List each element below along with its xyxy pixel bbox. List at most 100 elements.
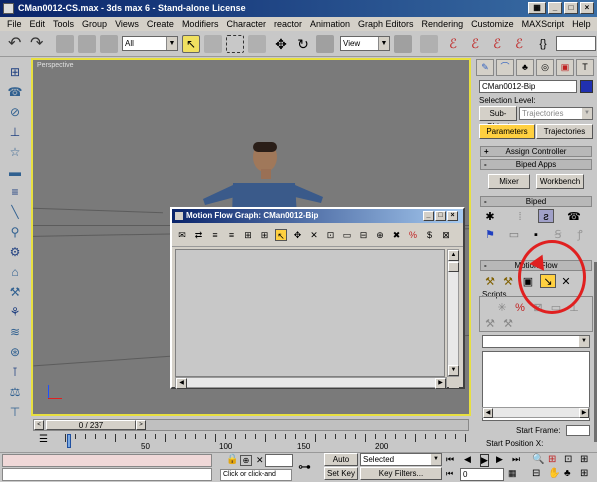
script-tool-icon[interactable]: ⚒: [482, 317, 498, 331]
menu-item-reactor[interactable]: reactor: [270, 19, 306, 29]
ref-coord-dropdown[interactable]: View ▼: [340, 36, 390, 51]
display-tab-icon[interactable]: ▣: [556, 59, 574, 76]
mfg-canvas[interactable]: [175, 249, 445, 377]
hierarchy-tab-icon[interactable]: ♣: [516, 59, 534, 76]
cloth-tool-icon[interactable]: ⚘: [6, 305, 24, 321]
auto-key-button[interactable]: Auto Key: [324, 453, 358, 475]
optimize-icon[interactable]: ⊡: [325, 229, 337, 241]
zoom-extents-icon[interactable]: ⊡: [564, 454, 572, 465]
key-selection-dropdown[interactable]: Selected ▼: [360, 453, 442, 466]
dynamics-tool-icon[interactable]: ⊛: [6, 345, 24, 361]
sub-object-dropdown[interactable]: Trajectories ▼: [519, 107, 593, 120]
rotate-icon[interactable]: ↻: [294, 35, 312, 53]
mirror-icon[interactable]: [420, 35, 438, 53]
buffer-mode-icon[interactable]: ⚑: [482, 228, 498, 242]
current-frame-field[interactable]: 0: [460, 468, 504, 481]
wave-tool-icon[interactable]: ≋: [6, 325, 24, 341]
create-tab-icon[interactable]: ✎: [476, 59, 494, 76]
quick-render-icon[interactable]: ℰ: [510, 35, 528, 53]
scroll-right-button[interactable]: ▶: [579, 408, 589, 418]
maximize-button[interactable]: □: [564, 2, 578, 14]
modify-tab-icon[interactable]: ⌒: [496, 59, 514, 76]
plugin-tool-icon[interactable]: ⚖: [6, 385, 24, 401]
magnet-tool-icon[interactable]: ⚲: [6, 225, 24, 241]
track-bar-icon[interactable]: ☰: [39, 434, 53, 446]
bone-tool-icon[interactable]: ⌂: [6, 265, 24, 281]
window-crossing-icon[interactable]: [248, 35, 266, 53]
next-frame-icon[interactable]: ▶: [496, 454, 503, 465]
show-all-icon[interactable]: ⊞: [242, 229, 254, 241]
menu-item-character[interactable]: Character: [222, 19, 270, 29]
load-file-icon[interactable]: ✉: [176, 229, 188, 241]
time-slider[interactable]: < 0 / 237 >: [33, 419, 469, 431]
menu-item-group[interactable]: Group: [78, 19, 111, 29]
motion-tab-icon[interactable]: ◎: [536, 59, 554, 76]
curve-editor-icon[interactable]: ℰ: [444, 35, 462, 53]
mfg-maximize-button[interactable]: □: [435, 211, 446, 221]
close-button[interactable]: ×: [580, 2, 594, 14]
menu-item-rendering[interactable]: Rendering: [418, 19, 468, 29]
x-coordinate-field[interactable]: [265, 454, 293, 467]
sub-object-button[interactable]: Sub-Object: [479, 106, 517, 131]
show-selected-icon[interactable]: ⊞: [259, 229, 271, 241]
open-file-icon[interactable]: ▭: [506, 228, 522, 242]
rollout-biped-apps[interactable]: - Biped Apps: [480, 159, 592, 170]
workbench-button[interactable]: Workbench: [536, 174, 584, 189]
pin-tool-icon[interactable]: ╲: [6, 205, 24, 221]
rollout-biped[interactable]: - Biped: [480, 196, 592, 207]
scroll-thumb[interactable]: [448, 262, 459, 272]
menu-item-customize[interactable]: Customize: [467, 19, 518, 29]
render-type-icon[interactable]: {}: [534, 35, 552, 53]
rect-selection-icon[interactable]: [226, 35, 244, 53]
script-tool-icon[interactable]: ✳: [494, 301, 510, 315]
scroll-left-button[interactable]: ◀: [483, 408, 493, 418]
select-link-icon[interactable]: [56, 35, 74, 53]
script-tool-icon[interactable]: ⚒: [500, 317, 516, 331]
menu-item-graph-editors[interactable]: Graph Editors: [354, 19, 418, 29]
mfg-minimize-button[interactable]: _: [423, 211, 434, 221]
utilities-tab-icon[interactable]: T: [576, 59, 594, 76]
mixer-mode-icon[interactable]: ☎: [566, 210, 582, 224]
goto-start-icon[interactable]: ⏮: [446, 454, 454, 465]
mixer-button[interactable]: Mixer: [488, 174, 530, 189]
gear-tool-icon[interactable]: ⚙: [6, 245, 24, 261]
object-color-swatch[interactable]: [580, 80, 593, 93]
tab-parameters[interactable]: Parameters: [479, 124, 535, 139]
rotate-tool-icon[interactable]: ⊥: [6, 125, 24, 141]
tab-trajectories[interactable]: Trajectories: [536, 124, 593, 139]
menu-item-modifiers[interactable]: Modifiers: [178, 19, 223, 29]
footstep-mode-icon[interactable]: ⁞: [512, 210, 528, 224]
zoom-icon[interactable]: 🔍: [532, 454, 544, 465]
set-key-button[interactable]: Set Key: [324, 467, 358, 480]
pan-icon[interactable]: ✋: [548, 468, 560, 479]
character-tool-icon[interactable]: ⊺: [6, 365, 24, 381]
play-icon[interactable]: ▶: [480, 454, 489, 467]
selection-filter-dropdown[interactable]: All ▼: [122, 36, 178, 51]
minimize-button[interactable]: _: [548, 2, 562, 14]
layer-tool-icon[interactable]: ≡: [6, 185, 24, 201]
menu-item-views[interactable]: Views: [111, 19, 143, 29]
absolute-mode-icon[interactable]: ⊕: [240, 455, 252, 466]
material-editor-icon[interactable]: ℰ: [466, 35, 484, 53]
bind-space-warp-icon[interactable]: [100, 35, 118, 53]
arc-rotate-icon[interactable]: ♣: [564, 468, 571, 479]
move-icon[interactable]: ✥: [272, 35, 290, 53]
scroll-left-button[interactable]: ◀: [176, 378, 187, 389]
extra-window-button[interactable]: ▦: [528, 2, 546, 14]
start-frame-field[interactable]: [566, 425, 590, 436]
lock-icon[interactable]: 🔒: [226, 454, 238, 465]
zoom-extents-all-icon[interactable]: ⊞: [580, 454, 588, 465]
menu-item-help[interactable]: Help: [568, 19, 595, 29]
load-file-icon[interactable]: ⚒: [482, 275, 498, 289]
script-delete-icon[interactable]: %: [512, 301, 528, 315]
camera-tool-icon[interactable]: ▬: [6, 165, 24, 181]
menu-item-maxscript[interactable]: MAXScript: [518, 19, 569, 29]
menu-item-edit[interactable]: Edit: [26, 19, 50, 29]
mfg-vertical-scrollbar[interactable]: ▲ ▼: [447, 249, 459, 377]
prev-frame-icon[interactable]: ◀: [464, 454, 471, 465]
save-icon[interactable]: ꝭ: [572, 228, 588, 242]
time-slider-left-button[interactable]: <: [34, 420, 44, 430]
space-warp-tool-icon[interactable]: ⚒: [6, 285, 24, 301]
time-slider-right-button[interactable]: >: [136, 420, 146, 430]
save-file-icon[interactable]: ⚒: [500, 275, 516, 289]
